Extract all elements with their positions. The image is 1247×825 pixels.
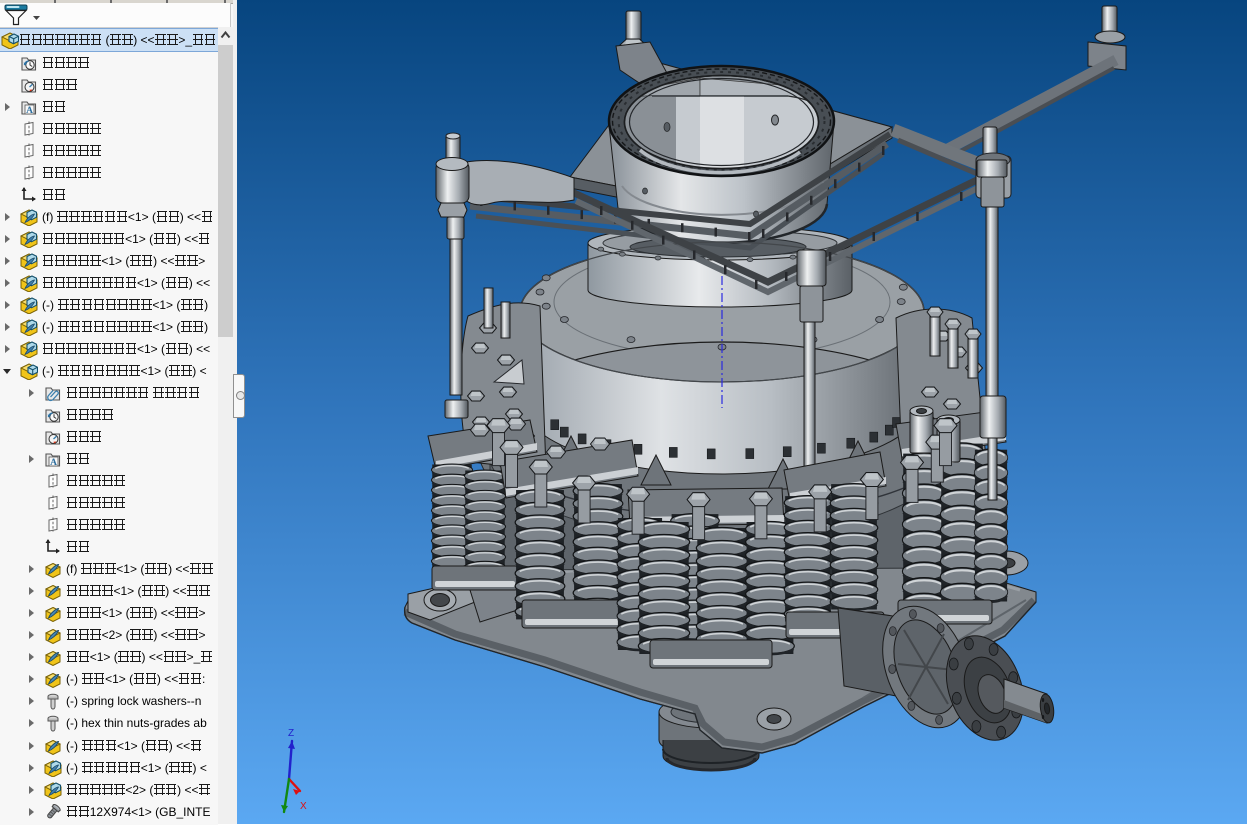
svg-text:Z: Z <box>288 728 294 739</box>
svg-text:A: A <box>26 106 33 116</box>
svg-text:X: X <box>300 801 307 812</box>
svg-text:A: A <box>50 458 57 468</box>
